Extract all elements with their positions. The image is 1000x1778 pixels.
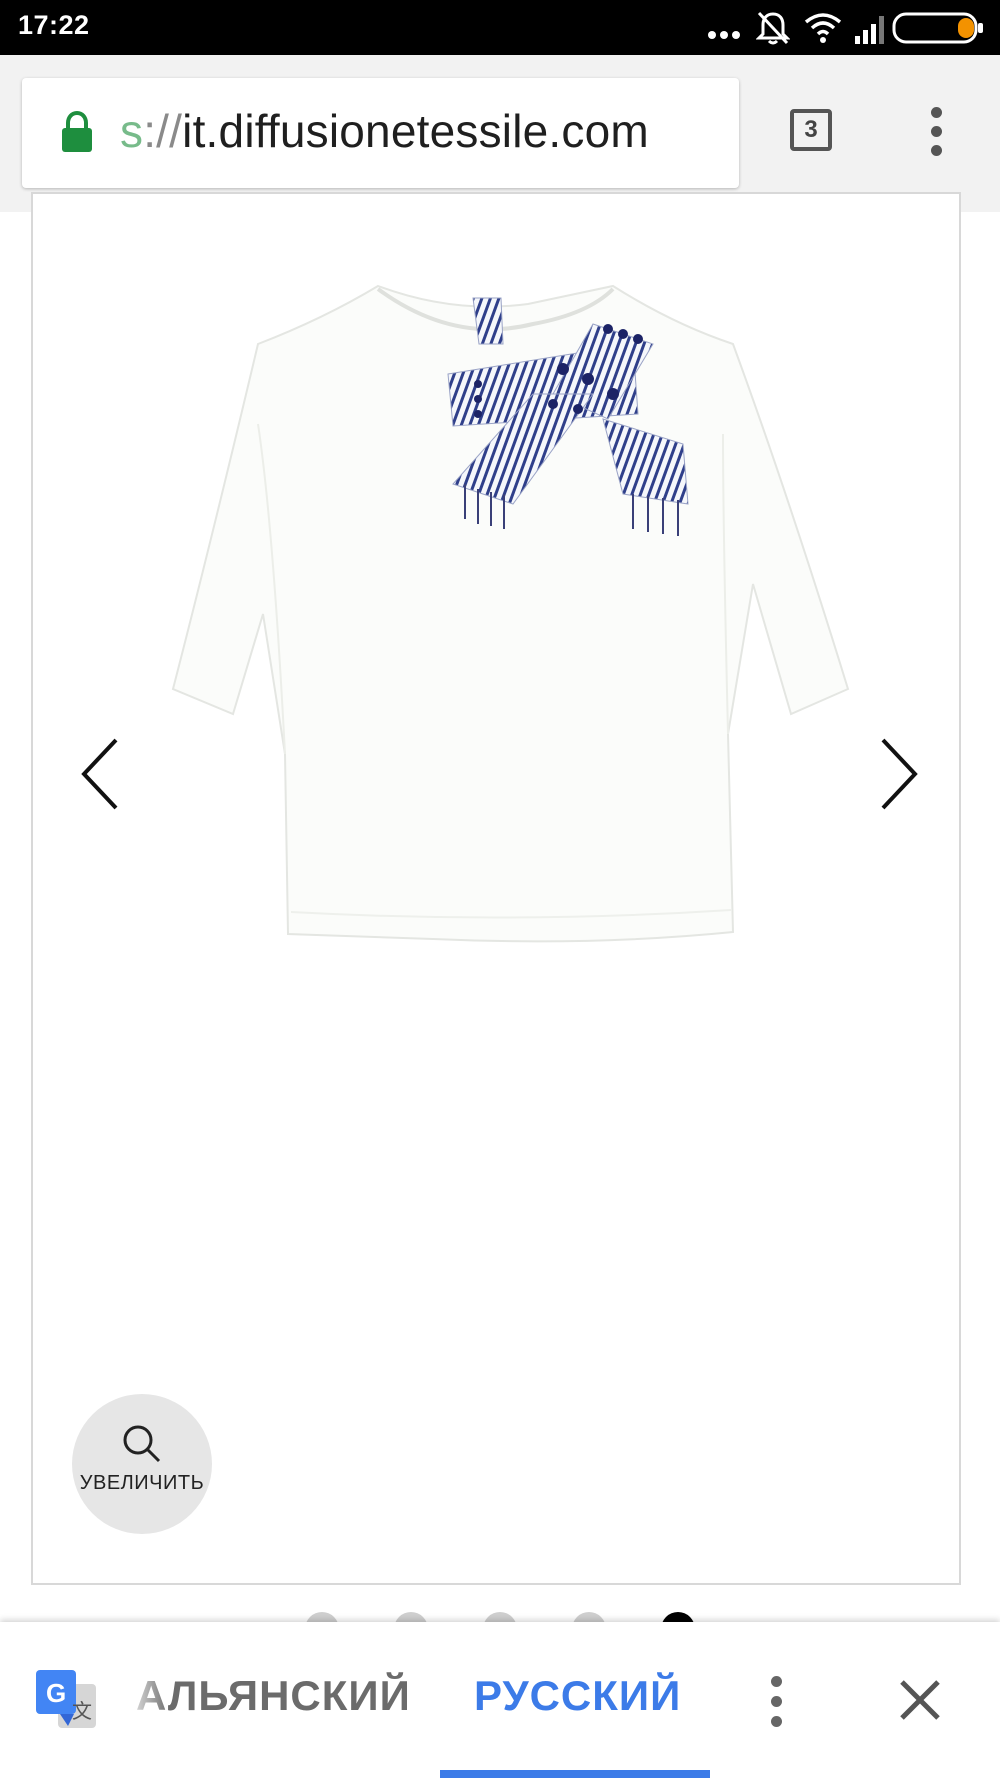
url-text[interactable]: s://it.diffusionetessile.com <box>120 104 649 158</box>
tab-switcher-button[interactable]: 3 <box>790 109 840 159</box>
selected-tab-indicator <box>440 1770 710 1778</box>
close-icon[interactable] <box>898 1678 942 1722</box>
page-content: УВЕЛИЧИТЬ <box>0 192 1000 1646</box>
tab-count: 3 <box>790 109 832 151</box>
magnifier-icon <box>123 1425 161 1463</box>
signal-icon <box>855 16 884 44</box>
menu-dot-icon <box>931 107 942 118</box>
menu-dot-icon <box>931 126 942 137</box>
browser-toolbar: s://it.diffusionetessile.com 3 <box>0 55 1000 213</box>
browser-menu-button[interactable] <box>920 105 952 159</box>
menu-dot-icon <box>771 1676 782 1687</box>
wifi-icon <box>804 13 842 43</box>
url-bar[interactable]: s://it.diffusionetessile.com <box>22 78 739 188</box>
url-host: it.diffusionetessile.com <box>182 105 649 157</box>
translate-bar: G 文 АЛЬЯНСКИЙ РУССКИЙ <box>0 1622 1000 1778</box>
svg-text:G: G <box>46 1678 66 1708</box>
lock-icon <box>62 111 92 152</box>
target-language-tab[interactable]: РУССКИЙ <box>474 1672 681 1720</box>
product-photo[interactable] <box>33 194 959 1583</box>
zoom-button[interactable]: УВЕЛИЧИТЬ <box>72 1394 212 1534</box>
status-time: 17:22 <box>18 10 90 40</box>
bell-off-icon <box>756 11 790 45</box>
source-fade <box>110 1662 170 1732</box>
product-gallery <box>31 192 961 1585</box>
url-scheme: s <box>120 105 144 157</box>
svg-text:文: 文 <box>72 1699 92 1723</box>
menu-dot-icon <box>771 1696 782 1707</box>
battery-icon <box>892 12 983 44</box>
more-dots-icon <box>708 31 740 39</box>
status-bar: 17:22 <box>0 0 1000 55</box>
url-separator: :// <box>143 105 183 157</box>
google-translate-icon: G 文 <box>36 1670 96 1728</box>
menu-dot-icon <box>931 145 942 156</box>
zoom-label: УВЕЛИЧИТЬ <box>79 1472 205 1494</box>
menu-dot-icon <box>771 1716 782 1727</box>
previous-image-arrow-icon[interactable] <box>78 734 128 814</box>
source-language-tab[interactable]: АЛЬЯНСКИЙ <box>136 1672 411 1720</box>
translate-menu-button[interactable] <box>762 1674 792 1730</box>
next-image-arrow-icon[interactable] <box>873 734 923 814</box>
